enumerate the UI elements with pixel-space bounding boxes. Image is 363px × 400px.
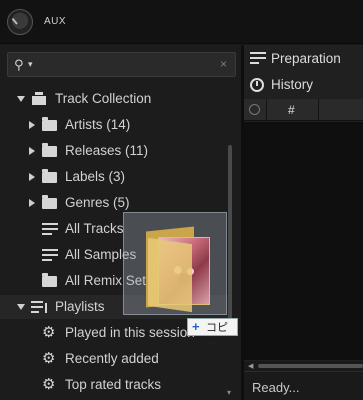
column-separator — [318, 99, 319, 121]
clear-search-icon[interactable]: × — [220, 57, 227, 71]
track-list-panel: Preparation History # ◀ Ready... — [244, 45, 363, 400]
folder-icon — [42, 273, 57, 287]
expand-arrow-icon[interactable] — [17, 96, 25, 102]
status-bar: Ready... — [244, 371, 363, 400]
tree-item-label: Played in this session — [65, 325, 195, 340]
tree-item-label: Playlists — [55, 299, 105, 314]
tree-item-releases[interactable]: Releases (11) — [0, 139, 232, 163]
scroll-down-icon[interactable]: ▾ — [227, 388, 231, 397]
tree-item-track-collection[interactable]: Track Collection — [0, 87, 232, 111]
expand-arrow-icon[interactable] — [29, 173, 35, 181]
track-table-header: # — [244, 99, 363, 121]
preparation-tab[interactable]: Preparation — [244, 46, 363, 72]
status-text: Ready... — [252, 380, 300, 395]
tree-item-label: Recently added — [65, 351, 159, 366]
plus-icon: + — [192, 319, 200, 334]
scrollbar-thumb[interactable] — [258, 364, 363, 368]
tree-item-label: Artists (14) — [65, 117, 131, 132]
search-field[interactable]: ⚲ ▾ × — [7, 52, 236, 77]
gear-icon: ⚙ — [42, 350, 56, 367]
expand-arrow-icon[interactable] — [29, 121, 35, 129]
gear-icon: ⚙ — [42, 324, 56, 341]
scroll-left-icon[interactable]: ◀ — [248, 362, 253, 370]
drag-preview — [123, 212, 227, 315]
search-icon[interactable]: ⚲ — [14, 57, 24, 73]
folder-front — [148, 237, 192, 313]
scrollbar-thumb[interactable] — [228, 145, 232, 320]
copy-tooltip: + コピー — [187, 318, 238, 350]
tree-item-labels[interactable]: Labels (3) — [0, 165, 232, 189]
aux-knob[interactable] — [7, 9, 33, 35]
list-icon — [42, 222, 58, 235]
tree-item-recently-added[interactable]: ⚙ Recently added — [0, 347, 232, 371]
tree-item-label: Top rated tracks — [65, 377, 162, 392]
gear-icon: ⚙ — [42, 376, 56, 393]
clock-icon — [250, 78, 264, 92]
tree-item-label: All Tracks — [65, 221, 124, 236]
history-label: History — [271, 77, 314, 92]
tree-item-label: Labels (3) — [65, 169, 126, 184]
preparation-label: Preparation — [271, 51, 341, 66]
select-all-radio[interactable] — [249, 104, 260, 115]
column-separator — [266, 99, 267, 121]
tree-scrollbar[interactable]: ▾ — [227, 140, 233, 397]
folder-icon — [42, 195, 57, 209]
expand-arrow-icon[interactable] — [29, 147, 35, 155]
tree-item-top-rated[interactable]: ⚙ Top rated tracks — [0, 373, 232, 397]
column-header-number[interactable]: # — [288, 103, 295, 117]
folder-icon — [42, 143, 57, 157]
history-tab[interactable]: History — [244, 72, 363, 98]
tree-item-label: Track Collection — [55, 91, 152, 106]
tree-item-artists[interactable]: Artists (14) — [0, 113, 232, 137]
folder-icon — [42, 117, 57, 131]
list-icon — [42, 248, 58, 261]
playlist-icon — [31, 300, 49, 313]
copy-label: コピー — [206, 322, 228, 350]
tree-item-label: Releases (11) — [65, 143, 149, 158]
expand-arrow-icon[interactable] — [17, 304, 25, 310]
horizontal-scrollbar[interactable]: ◀ — [244, 361, 363, 371]
collection-icon — [32, 92, 46, 105]
tree-item-label: Genres (5) — [65, 195, 130, 210]
preparation-icon — [250, 52, 266, 65]
folder-icon — [42, 169, 57, 183]
expand-arrow-icon[interactable] — [29, 199, 35, 207]
track-table-body[interactable] — [244, 122, 363, 360]
chevron-down-icon[interactable]: ▾ — [28, 59, 33, 70]
top-bar: AUX — [0, 0, 363, 44]
aux-label: AUX — [44, 16, 67, 27]
